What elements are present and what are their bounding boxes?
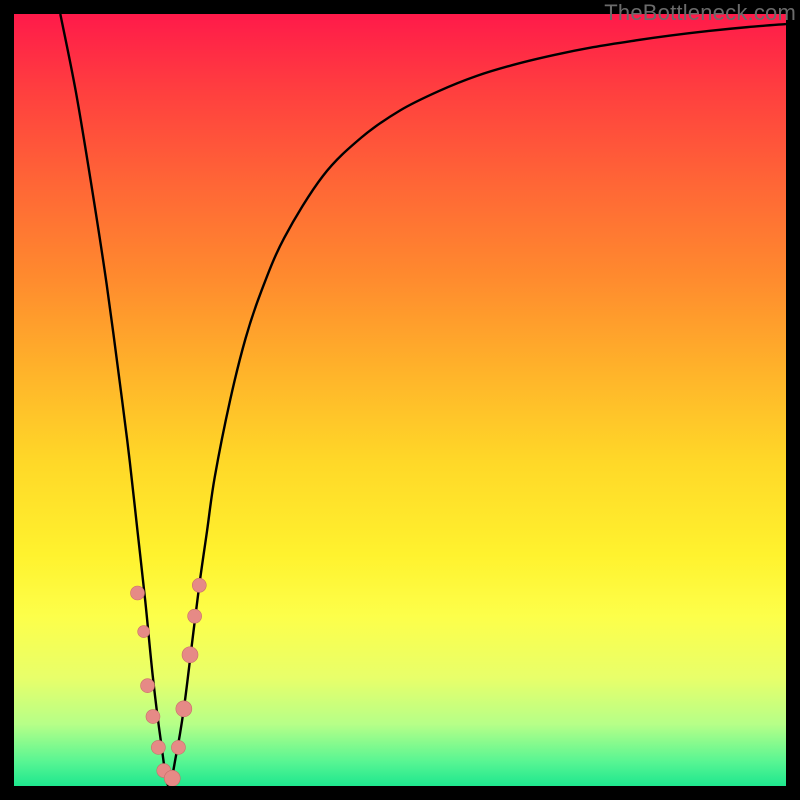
bottleneck-curve bbox=[60, 14, 786, 786]
data-marker bbox=[138, 626, 150, 638]
watermark-text: TheBottleneck.com bbox=[604, 0, 796, 26]
data-marker bbox=[141, 679, 155, 693]
data-marker bbox=[176, 701, 192, 717]
data-marker bbox=[146, 710, 160, 724]
chart-frame: TheBottleneck.com bbox=[0, 0, 800, 800]
data-marker bbox=[188, 609, 202, 623]
data-marker bbox=[164, 770, 180, 786]
data-marker bbox=[192, 578, 206, 592]
data-marker bbox=[131, 586, 145, 600]
data-marker bbox=[171, 740, 185, 754]
data-marker bbox=[182, 647, 198, 663]
curve-layer bbox=[14, 14, 786, 786]
plot-area bbox=[14, 14, 786, 786]
data-marker bbox=[151, 740, 165, 754]
